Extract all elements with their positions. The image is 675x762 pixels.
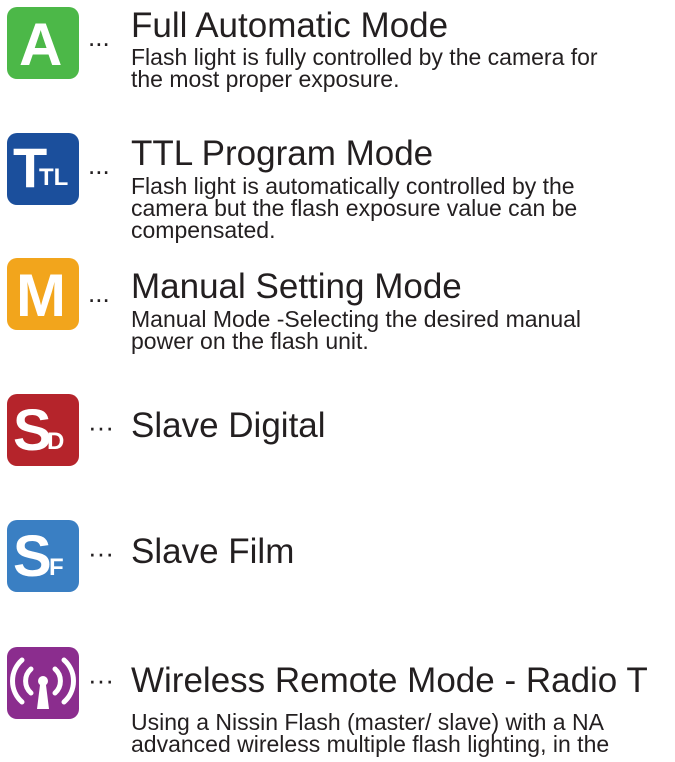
mode-description: Flash light is automatically controlled … (131, 173, 671, 243)
flash-mode-legend: A ... Full Automatic Mode Flash light is… (0, 0, 675, 762)
mode-manual-setting: M ... Manual Setting Mode Manual Mode -S… (0, 258, 675, 378)
separator-dots: ... (88, 150, 110, 180)
ttl-icon: T TL (7, 133, 79, 205)
slave-digital-icon: S D (7, 394, 79, 466)
mode-title: TTL Program Mode (131, 134, 434, 173)
icon-letter: S (13, 398, 52, 463)
manual-m-icon: M (7, 258, 79, 330)
description-line: advanced wireless multiple flash lightin… (131, 731, 610, 757)
separator-dots: ··· (88, 412, 114, 442)
description-line: the most proper exposure. (131, 66, 400, 92)
separator-dots: ··· (88, 538, 114, 568)
radio-waves-icon (10, 657, 76, 709)
mode-full-automatic: A ... Full Automatic Mode Flash light is… (0, 0, 675, 120)
mode-wireless-remote-radio: ··· Wireless Remote Mode - Radio T Using… (0, 645, 675, 762)
mode-title: Slave Digital (131, 406, 326, 445)
icon-letter: M (16, 262, 66, 329)
description-line: Manual Mode -Selecting the desired manua… (131, 306, 582, 332)
icon-subscript: D (47, 428, 65, 455)
mode-title: Manual Setting Mode (131, 267, 462, 306)
icon-letter: S (13, 524, 52, 589)
separator-dots: ... (88, 278, 110, 308)
icon-letter: A (19, 11, 63, 78)
description-line: camera but the flash exposure value can … (131, 195, 578, 221)
separator-dots: ... (88, 22, 110, 52)
mode-ttl-program: T TL ... TTL Program Mode Flash light is… (0, 128, 675, 253)
mode-description: Flash light is fully controlled by the c… (131, 44, 671, 92)
mode-slave-film: S F ··· Slave Film (0, 518, 675, 598)
mode-slave-digital: S D ··· Slave Digital (0, 392, 675, 472)
icon-subscript: F (49, 554, 64, 581)
mode-title: Wireless Remote Mode - Radio T (131, 661, 648, 700)
mode-description: Manual Mode -Selecting the desired manua… (131, 306, 671, 354)
description-line: Using a Nissin Flash (master/ slave) wit… (131, 709, 604, 735)
separator-dots: ··· (88, 665, 114, 695)
icon-subscript: TL (39, 164, 69, 191)
mode-description: Using a Nissin Flash (master/ slave) wit… (131, 709, 675, 757)
description-line: compensated. (131, 217, 276, 243)
description-line: Flash light is automatically controlled … (131, 173, 575, 199)
full-auto-a-icon: A (7, 7, 79, 79)
slave-film-icon: S F (7, 520, 79, 592)
mode-title: Slave Film (131, 532, 295, 571)
description-line: Flash light is fully controlled by the c… (131, 44, 598, 70)
description-line: power on the flash unit. (131, 328, 369, 354)
mode-title: Full Automatic Mode (131, 6, 449, 45)
wireless-radio-icon (7, 647, 79, 719)
